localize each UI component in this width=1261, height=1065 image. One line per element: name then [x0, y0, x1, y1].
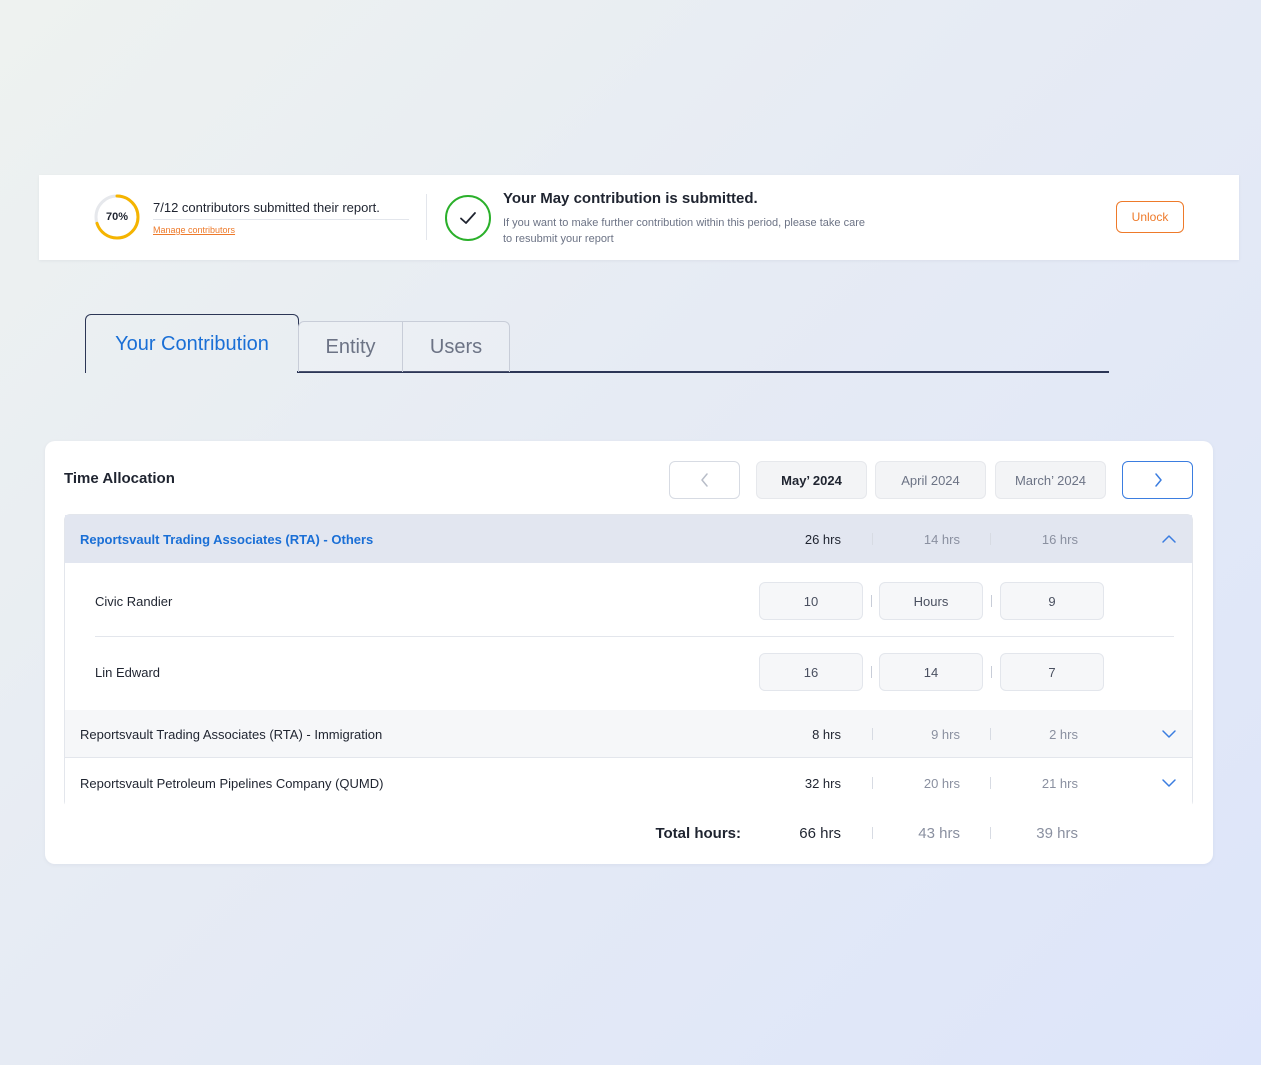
separator	[872, 827, 873, 839]
prev-month-button[interactable]	[669, 461, 740, 499]
manage-contributors-link[interactable]: Manage contributors	[153, 225, 235, 235]
entity-row-rta-immigration[interactable]: Reportsvault Trading Associates (RTA) - …	[65, 710, 1192, 758]
person-name: Lin Edward	[95, 664, 161, 680]
chevron-down-icon[interactable]	[1161, 775, 1177, 791]
month-may-2024[interactable]: May’ 2024	[756, 461, 867, 499]
separator	[990, 728, 991, 740]
separator	[990, 533, 991, 545]
card-title: Time Allocation	[64, 470, 175, 487]
progress-percent: 70%	[105, 211, 129, 223]
hours-input-may[interactable]: 10	[759, 582, 863, 620]
separator	[872, 728, 873, 740]
person-row-civic-randier: Civic Randier 10 Hours 9	[65, 566, 1192, 636]
separator	[872, 777, 873, 789]
entity-hours-march: 2 hrs	[1049, 726, 1078, 742]
separator	[871, 595, 872, 607]
tab-users[interactable]: Users	[402, 321, 510, 372]
separator	[872, 533, 873, 545]
separator	[990, 777, 991, 789]
tab-entity[interactable]: Entity	[298, 321, 403, 372]
entity-hours-april: 9 hrs	[931, 726, 960, 742]
separator	[871, 666, 872, 678]
person-row-lin-edward: Lin Edward 16 14 7	[65, 637, 1192, 707]
total-hours-march: 39 hrs	[1036, 824, 1078, 842]
entity-name: Reportsvault Trading Associates (RTA) - …	[80, 531, 374, 547]
person-name: Civic Randier	[95, 593, 173, 609]
separator	[991, 666, 992, 678]
chevron-down-icon[interactable]	[1161, 726, 1177, 742]
hours-input-april[interactable]: Hours	[879, 582, 983, 620]
entity-hours-march: 21 hrs	[1041, 775, 1078, 791]
check-icon	[445, 195, 491, 241]
separator	[990, 827, 991, 839]
banner-divider	[426, 194, 427, 240]
hours-input-april[interactable]: 14	[879, 653, 983, 691]
entity-hours-april: 14 hrs	[923, 531, 960, 547]
month-march-2024[interactable]: March’ 2024	[995, 461, 1106, 499]
submitted-description: If you want to make further contribution…	[503, 217, 865, 245]
entity-hours-may: 32 hrs	[804, 775, 841, 791]
total-label: Total hours:	[655, 824, 741, 842]
submitted-title: Your May contribution is submitted.	[503, 190, 758, 207]
tab-your-contribution[interactable]: Your Contribution	[85, 314, 299, 373]
entity-hours-may: 8 hrs	[812, 726, 841, 742]
total-hours-april: 43 hrs	[918, 824, 960, 842]
hours-input-march[interactable]: 9	[1000, 582, 1104, 620]
entity-row-qumd[interactable]: Reportsvault Petroleum Pipelines Company…	[65, 759, 1192, 807]
progress-ring: 70%	[94, 194, 140, 240]
next-month-button[interactable]	[1122, 461, 1193, 499]
hours-input-may[interactable]: 16	[759, 653, 863, 691]
entity-hours-march: 16 hrs	[1041, 531, 1078, 547]
chevron-up-icon[interactable]	[1161, 531, 1177, 547]
total-row: Total hours: 66 hrs 43 hrs 39 hrs	[65, 811, 1192, 855]
hours-input-march[interactable]: 7	[1000, 653, 1104, 691]
entity-row-rta-others[interactable]: Reportsvault Trading Associates (RTA) - …	[65, 515, 1192, 563]
month-april-2024[interactable]: April 2024	[875, 461, 986, 499]
separator	[991, 595, 992, 607]
entity-hours-may: 26 hrs	[804, 531, 841, 547]
unlock-button[interactable]: Unlock	[1116, 201, 1184, 233]
contributors-summary: 7/12 contributors submitted their report…	[153, 200, 409, 220]
entity-name: Reportsvault Trading Associates (RTA) - …	[80, 726, 383, 742]
entity-name: Reportsvault Petroleum Pipelines Company…	[80, 775, 384, 791]
entity-hours-april: 20 hrs	[923, 775, 960, 791]
chevron-right-icon	[1154, 473, 1162, 487]
chevron-left-icon	[700, 473, 708, 487]
total-hours-may: 66 hrs	[799, 824, 841, 842]
